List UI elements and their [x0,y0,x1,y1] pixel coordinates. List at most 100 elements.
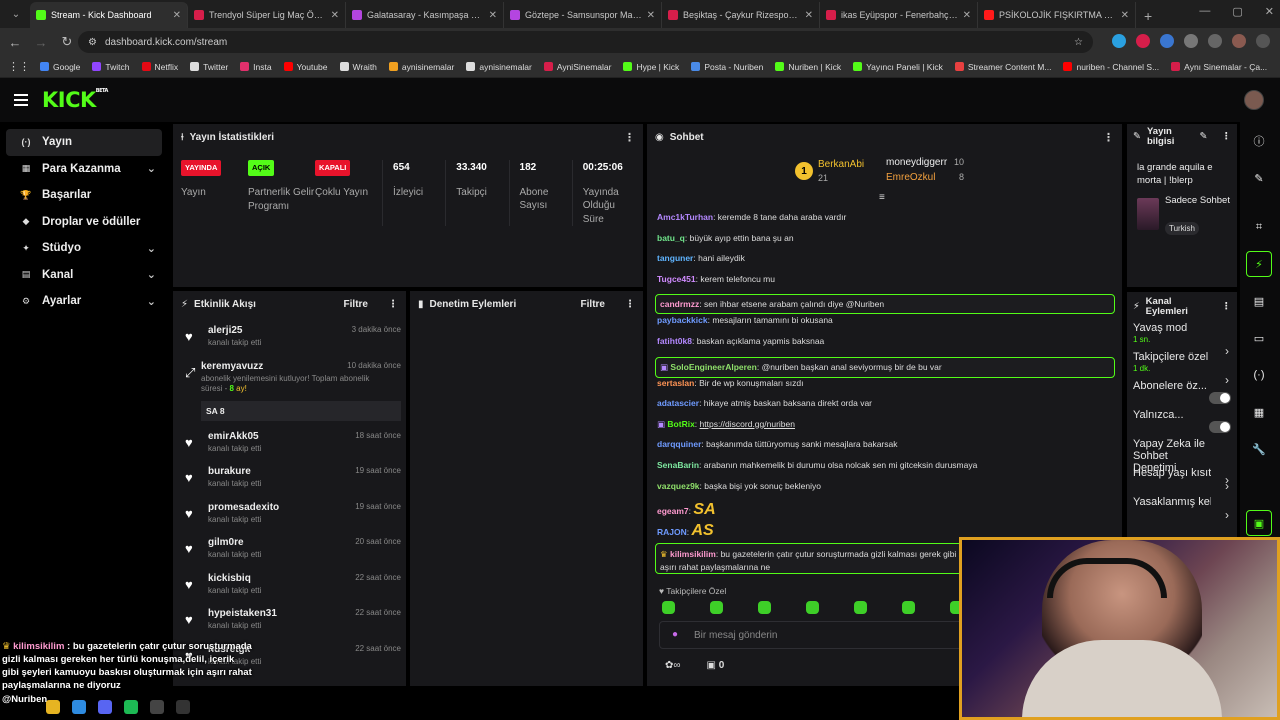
broadcast-icon[interactable]: (·) [1246,362,1272,388]
app-icon[interactable]: ▣ [1246,510,1272,536]
bookmark-item[interactable]: Twitter [190,62,228,72]
more-icon[interactable]: ⋮ [625,299,635,310]
obs-icon[interactable] [176,700,190,714]
bookmark-star-icon[interactable]: ☆ [1074,37,1083,48]
bookmark-item[interactable]: aynisinemalar [466,62,532,72]
tab-close-icon[interactable]: ✕ [331,10,339,21]
chat-username[interactable]: SoloEngineerAlperen [670,362,756,372]
close-window-icon[interactable]: ✕ [1265,5,1274,18]
media-icon[interactable] [1208,34,1222,48]
site-info-icon[interactable]: ⚙ [88,37,97,48]
edit-icon[interactable]: ✎ [1200,132,1208,142]
bookmark-item[interactable]: Aynı Sinemalar - Ça... [1171,62,1267,72]
emote-icon[interactable] [806,601,819,614]
tab-close-icon[interactable]: ✕ [805,10,813,21]
bookmark-item[interactable]: Wraith [339,62,377,72]
browser-tab[interactable]: Göztepe - Samsunspor Maç Öz ✕ [504,2,662,28]
browser-tab[interactable]: Beşiktaş - Çaykur Rizespor Maç ✕ [662,2,820,28]
sidebar-item[interactable]: ⚙ Ayarlar ⌄ [6,288,162,315]
kick-logo[interactable]: KICKBETA [42,88,108,112]
more-icon[interactable]: ⋮ [1222,302,1232,312]
chat-username[interactable]: RAJON [657,527,687,537]
tab-close-icon[interactable]: ✕ [963,10,971,21]
more-icon[interactable]: ⋮ [624,131,635,144]
bookmark-item[interactable]: AyniSinemalar [543,62,611,72]
channel-action-item[interactable]: Abonelere öz... [1133,380,1231,404]
lightning-icon[interactable]: ⚡ [1246,251,1272,277]
bookmark-item[interactable]: Twitch [92,62,130,72]
minimize-icon[interactable]: — [1199,5,1210,18]
toggle-switch[interactable] [1209,421,1231,433]
tab-close-icon[interactable]: ✕ [173,10,181,21]
filter-button[interactable]: Filtre [581,299,605,310]
menu-icon[interactable] [1256,34,1270,48]
menu-icon[interactable] [14,94,28,106]
chat-username[interactable]: kilimsikilim [670,549,716,559]
app-icon[interactable] [150,700,164,714]
filter-button[interactable]: Filtre [344,299,368,310]
more-icon[interactable]: ⋮ [1103,131,1114,144]
sidebar-item[interactable]: ▤ Kanal ⌄ [6,262,162,289]
avatar[interactable] [1244,90,1264,110]
edit-icon[interactable]: ✎ [1246,165,1272,191]
chevron-right-icon[interactable]: › [1225,479,1229,493]
folder-icon[interactable] [46,700,60,714]
spotify-icon[interactable] [124,700,138,714]
language-tag[interactable]: Turkish [1165,222,1199,235]
sidebar-item[interactable]: (·) Yayın [6,129,162,156]
discord-icon[interactable] [98,700,112,714]
url-bar[interactable]: ⚙ dashboard.kick.com/stream ☆ [78,31,1093,53]
emote-icon[interactable] [902,601,915,614]
bookmark-item[interactable]: Yayıncı Paneli | Kick [853,62,943,72]
more-icon[interactable]: ⋮ [388,299,398,310]
tab-close-icon[interactable]: ✕ [489,10,497,21]
chevron-down-icon[interactable]: ⌄ [147,162,156,175]
browser-tab[interactable]: PSİKOLOJİK FIŞKIRTMA (ÖZET_ ✕ [978,2,1136,28]
channel-action-item[interactable]: Yavaş mod 1 sn. › [1133,322,1231,358]
browser-tab[interactable]: Stream - Kick Dashboard ✕ [30,2,188,28]
chat-username[interactable]: fatiht0k8 [657,336,692,346]
bookmark-item[interactable]: Streamer Content M... [954,62,1051,72]
pin-icon[interactable]: ≡ [879,192,885,203]
chat-username[interactable]: egeam7 [657,506,689,516]
bookmark-item[interactable]: aynisinemalar [388,62,454,72]
emote-icon[interactable] [710,601,723,614]
chevron-right-icon[interactable]: › [1225,508,1229,522]
crop-icon[interactable]: ⌗ [1246,214,1272,240]
chevron-down-icon[interactable]: ⌄ [147,242,156,255]
info-icon[interactable]: ⓘ [1246,128,1272,154]
browser-tab[interactable]: Trendyol Süper Lig Maç Özetle ✕ [188,2,346,28]
channel-action-item[interactable]: Yalnızca... [1133,409,1231,433]
chat-text[interactable]: https://discord.gg/nuriben [700,419,795,429]
bookmark-item[interactable]: Nuriben | Kick [775,62,841,72]
apps-icon[interactable]: ⋮⋮ [8,60,30,73]
chat-username[interactable]: paybackkick [657,315,708,325]
tab-close-icon[interactable]: ✕ [647,10,655,21]
chat-bubble-icon[interactable]: ▭ [1246,325,1272,351]
browser-tab[interactable]: ikas Eyüpspor - Fenerbahçe Ma ✕ [820,2,978,28]
chevron-down-icon[interactable]: ⌄ [147,268,156,281]
extension-icon[interactable] [1136,34,1150,48]
new-tab-button[interactable]: + [1136,8,1160,28]
extension-icon[interactable] [1112,34,1126,48]
layout-icon[interactable]: ▦ [1246,399,1272,425]
document-icon[interactable]: ▤ [1246,288,1272,314]
channel-action-item[interactable]: Yasaklanmış kelin › [1133,496,1231,522]
chrome-icon[interactable] [72,700,86,714]
gift-icon[interactable]: ▣ 0 [707,660,725,671]
profile-icon[interactable] [1232,34,1246,48]
bookmark-item[interactable]: Netflix [141,62,178,72]
more-icon[interactable]: ⋮ [1222,132,1232,142]
chat-username[interactable]: sertaslan [657,378,694,388]
emote-icon[interactable] [758,601,771,614]
chat-username[interactable]: Amc1kTurhan [657,212,713,222]
chat-username[interactable]: tanguner [657,253,693,263]
emote-icon[interactable] [662,601,675,614]
bookmark-item[interactable]: Hype | Kick [623,62,679,72]
maximize-icon[interactable]: ▢ [1232,5,1242,18]
toggle-switch[interactable] [1209,392,1231,404]
sidebar-item[interactable]: 🏆 Başarılar [6,182,162,209]
bookmark-item[interactable]: Google [40,62,80,72]
extension-icon[interactable] [1160,34,1174,48]
puzzle-icon[interactable] [1184,34,1198,48]
